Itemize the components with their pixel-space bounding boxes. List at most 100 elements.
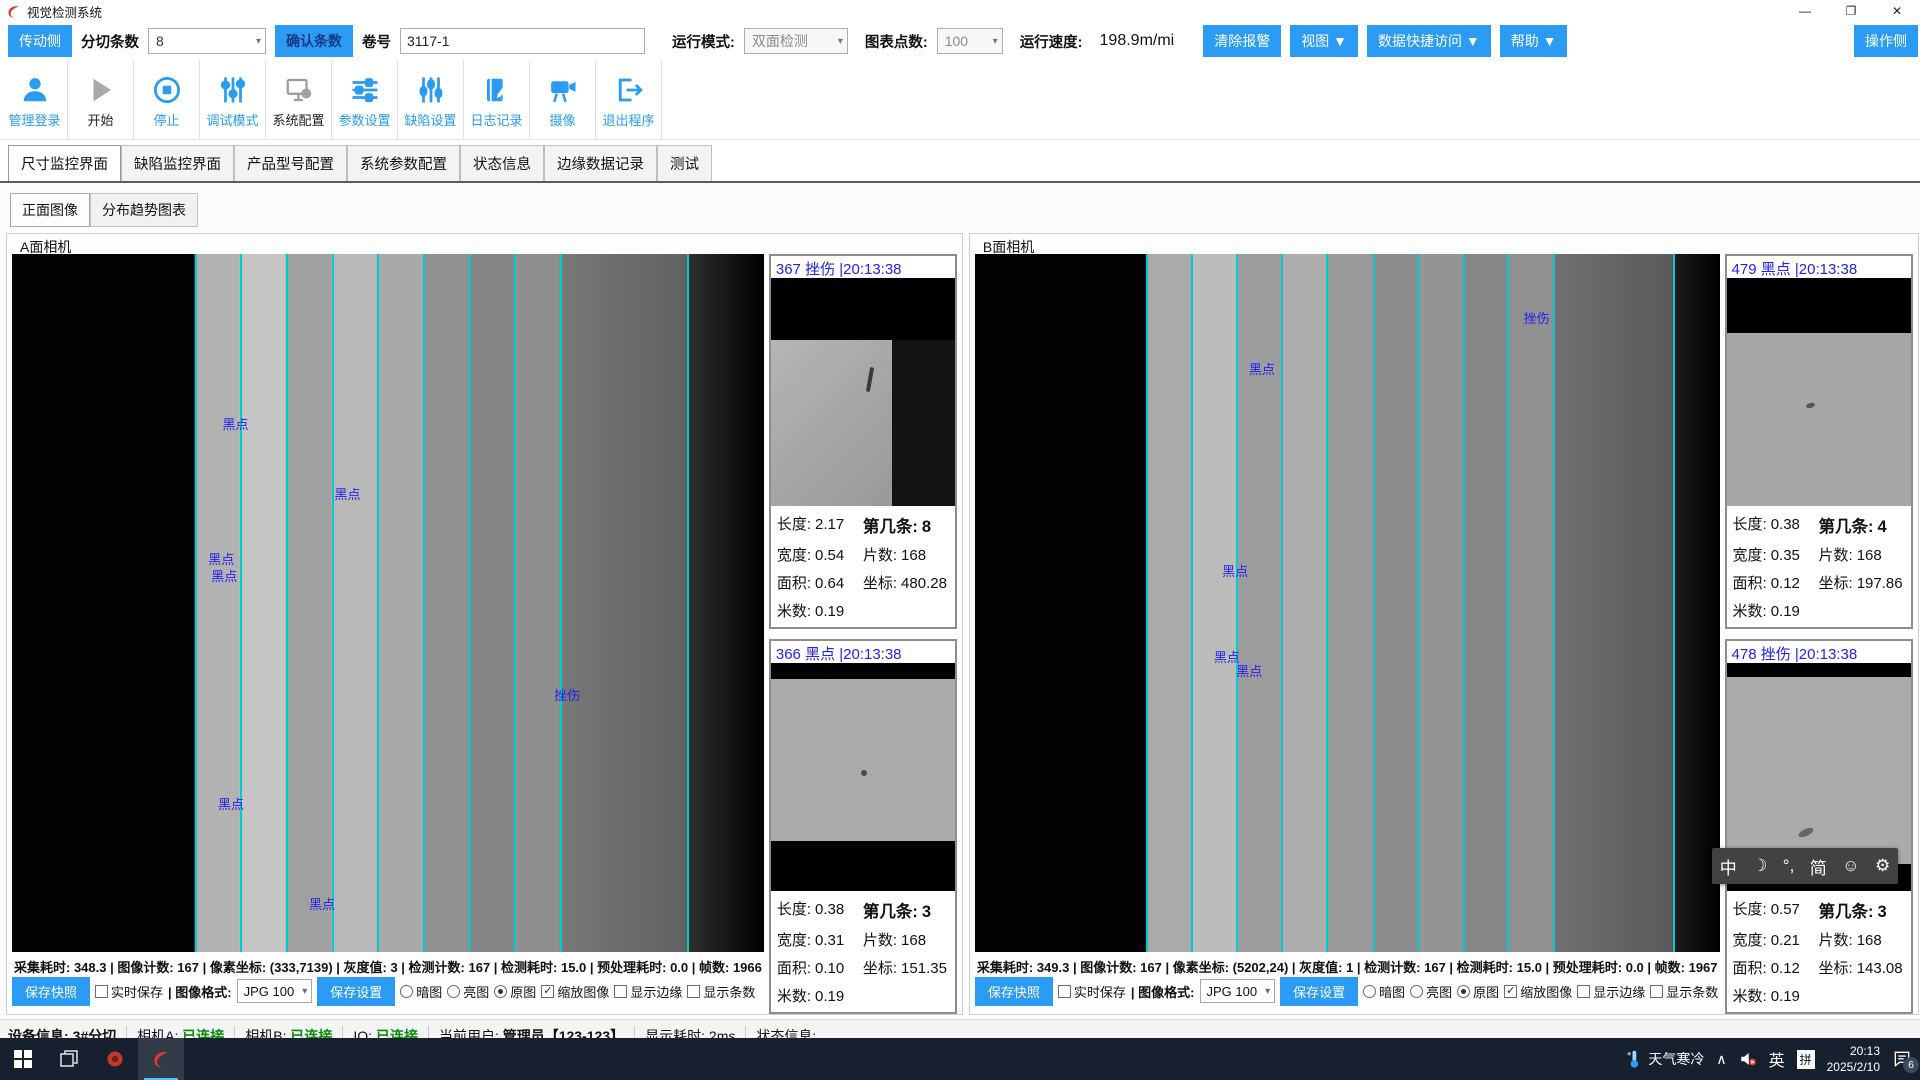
defect-marker: 黑点	[309, 894, 335, 913]
image-format-select[interactable]: JPG 100▾	[237, 979, 313, 1003]
scale-image-checkbox[interactable]: 缩放图像	[1504, 982, 1572, 1001]
defect-marker: 黑点	[1222, 561, 1248, 580]
defect-card[interactable]: 367 挫伤 |20:13:38 长度:2.17 第几条:8 宽度:0.54 片…	[769, 254, 957, 629]
camera-b-group: B面相机 挫伤	[969, 233, 1919, 1015]
maximize-button[interactable]: ❐	[1828, 0, 1874, 22]
defect-card-header: 479 黑点 |20:13:38	[1727, 256, 1911, 278]
show-edge-checkbox[interactable]: 显示边缘	[614, 982, 682, 1001]
strip-edge-line	[1326, 254, 1328, 952]
log-record-button[interactable]: 日志记录	[464, 60, 530, 139]
realtime-save-checkbox[interactable]: 实时保存	[95, 982, 163, 1001]
show-edge-checkbox[interactable]: 显示边缘	[1577, 982, 1645, 1001]
user-icon	[20, 75, 50, 105]
camera-capture-button[interactable]: 摄像	[530, 60, 596, 139]
show-strip-count-checkbox[interactable]: 显示条数	[1650, 982, 1718, 1001]
confirm-count-button[interactable]: 确认条数	[275, 25, 353, 57]
language-indicator[interactable]: 英	[1769, 1047, 1785, 1071]
checkbox-checked-icon	[1504, 985, 1517, 998]
tab-product-model-config[interactable]: 产品型号配置	[234, 145, 347, 181]
clock-date: 2025/2/10	[1827, 1059, 1880, 1075]
hidden-icons-button[interactable]: ∧	[1716, 1051, 1726, 1068]
drive-side-button[interactable]: 传动侧	[8, 25, 72, 57]
notification-center-button[interactable]: 6	[1892, 1049, 1912, 1069]
ime-indicator[interactable]: 拼	[1797, 1050, 1815, 1069]
checkbox-icon	[1058, 985, 1071, 998]
task-view-button[interactable]	[46, 1038, 92, 1080]
scale-image-checkbox[interactable]: 缩放图像	[541, 982, 609, 1001]
clear-alarm-button[interactable]: 清除报警	[1203, 25, 1281, 57]
debug-mode-button[interactable]: 调试模式	[200, 60, 266, 139]
camera-a-controls: 保存快照 实时保存 | 图像格式: JPG 100▾ 保存设置 暗图 亮图 原图…	[12, 976, 764, 1006]
save-snapshot-button[interactable]: 保存快照	[12, 977, 90, 1006]
top-toolbar: 传动侧 分切条数 8▾ 确认条数 卷号 运行模式: 双面检测▾ 图表点数: 10…	[0, 22, 1920, 60]
volume-muted-button[interactable]	[1739, 1050, 1757, 1068]
checkbox-icon	[95, 985, 108, 998]
dark-image-radio[interactable]: 暗图	[1363, 982, 1405, 1001]
system-tray: 天气寒冷 ∧ 英 拼 20:13 2025/2/10 6	[1625, 1043, 1920, 1075]
stop-icon	[152, 75, 182, 105]
radio-icon	[447, 985, 460, 998]
strip-edge-line	[687, 254, 689, 952]
inspection-app-taskbar-button[interactable]	[138, 1038, 184, 1080]
weather-tray-item[interactable]: 天气寒冷	[1625, 1049, 1704, 1069]
operator-side-button[interactable]: 操作侧	[1854, 25, 1918, 57]
strip-edge-line	[1236, 254, 1238, 952]
original-image-radio[interactable]: 原图	[1457, 982, 1499, 1001]
chart-points-select[interactable]: 100▾	[937, 28, 1003, 54]
roll-number-input[interactable]	[400, 28, 645, 54]
system-config-button[interactable]: 系统配置	[266, 60, 332, 139]
image-format-label: | 图像格式:	[168, 982, 232, 1001]
image-format-label: | 图像格式:	[1131, 982, 1195, 1001]
image-format-select[interactable]: JPG 100▾	[1200, 979, 1276, 1003]
slit-count-select[interactable]: 8▾	[148, 28, 266, 54]
admin-login-button[interactable]: 管理登录	[2, 60, 68, 139]
start-button[interactable]: 开始	[68, 60, 134, 139]
pinned-app-button[interactable]	[92, 1038, 138, 1080]
tab-edge-data-record[interactable]: 边缘数据记录	[544, 145, 657, 181]
strip-edge-line	[423, 254, 425, 952]
parameter-settings-button[interactable]: 参数设置	[332, 60, 398, 139]
ime-settings-icon[interactable]: ⚙	[1875, 856, 1890, 876]
ime-simplified-mode[interactable]: 简	[1810, 854, 1827, 879]
defect-card[interactable]: 479 黑点 |20:13:38 长度:0.38 第几条:4 宽度:0.35 片…	[1725, 254, 1913, 629]
tab-distribution-trend-chart[interactable]: 分布趋势图表	[90, 193, 198, 227]
close-button[interactable]: ✕	[1874, 0, 1920, 22]
bright-image-radio[interactable]: 亮图	[447, 982, 489, 1001]
strip-edge-line	[195, 254, 197, 952]
checkbox-icon	[1650, 985, 1663, 998]
defect-settings-button[interactable]: 缺陷设置	[398, 60, 464, 139]
tab-size-monitor[interactable]: 尺寸监控界面	[8, 145, 121, 181]
help-menu-button[interactable]: 帮助 ▼	[1500, 25, 1568, 57]
ime-chinese-mode[interactable]: 中	[1720, 854, 1737, 879]
save-snapshot-button[interactable]: 保存快照	[975, 977, 1053, 1006]
save-settings-button[interactable]: 保存设置	[1280, 977, 1358, 1006]
bright-image-radio[interactable]: 亮图	[1410, 982, 1452, 1001]
ime-emoji-icon[interactable]: ☺	[1842, 856, 1859, 876]
taskbar-clock[interactable]: 20:13 2025/2/10	[1827, 1043, 1880, 1075]
dark-image-radio[interactable]: 暗图	[400, 982, 442, 1001]
defect-card[interactable]: 366 黑点 |20:13:38 长度:0.38 第几条:3 宽度:0.31 片…	[769, 639, 957, 1014]
tab-system-parameter-config[interactable]: 系统参数配置	[347, 145, 460, 181]
data-quick-access-button[interactable]: 数据快捷访问 ▼	[1367, 25, 1491, 57]
stop-button[interactable]: 停止	[134, 60, 200, 139]
tab-front-image[interactable]: 正面图像	[10, 193, 90, 227]
defect-marker: 黑点	[211, 566, 237, 585]
start-button[interactable]	[0, 1038, 46, 1080]
view-menu-button[interactable]: 视图 ▼	[1290, 25, 1358, 57]
tab-test[interactable]: 测试	[657, 145, 712, 181]
defect-card[interactable]: 478 挫伤 |20:13:38 长度:0.57 第几条:3 宽度:0.21 片…	[1725, 639, 1913, 1014]
strip-edge-line	[240, 254, 242, 952]
ime-punctuation-icon[interactable]: °,	[1783, 856, 1795, 876]
tab-status-info[interactable]: 状态信息	[460, 145, 544, 181]
save-settings-button[interactable]: 保存设置	[317, 977, 395, 1006]
exit-program-button[interactable]: 退出程序	[596, 60, 662, 139]
run-mode-select[interactable]: 双面检测▾	[744, 28, 848, 54]
vertical-sliders-icon	[218, 75, 248, 105]
ime-fullwidth-icon[interactable]: ☽	[1752, 856, 1767, 876]
minimize-button[interactable]: —	[1782, 0, 1828, 22]
show-strip-count-checkbox[interactable]: 显示条数	[687, 982, 755, 1001]
original-image-radio[interactable]: 原图	[494, 982, 536, 1001]
tab-defect-monitor[interactable]: 缺陷监控界面	[121, 145, 234, 181]
speaker-mute-icon	[1739, 1050, 1757, 1068]
realtime-save-checkbox[interactable]: 实时保存	[1058, 982, 1126, 1001]
